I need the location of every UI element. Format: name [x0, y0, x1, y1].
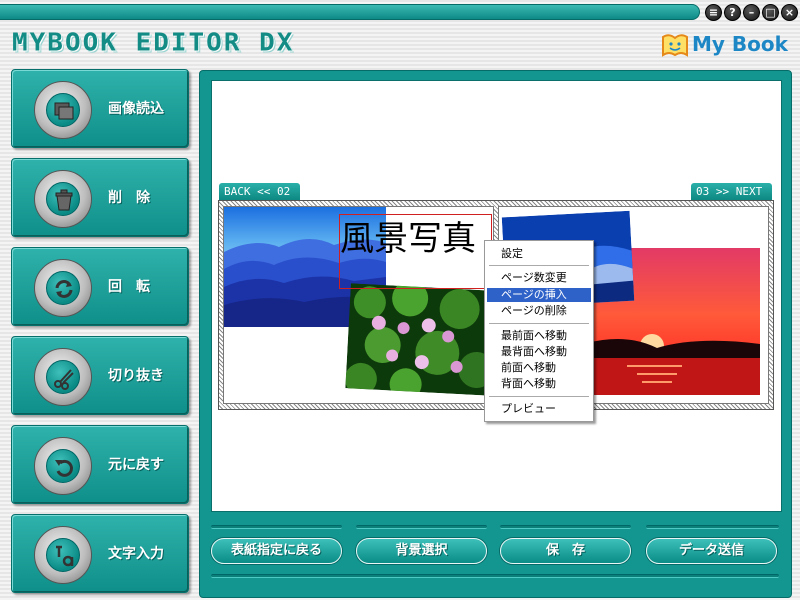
sidebar-item-undo[interactable]: 元に戻す — [11, 425, 189, 504]
help-icon[interactable]: ? — [724, 4, 741, 21]
title-bar — [0, 4, 700, 20]
undo-icon — [55, 459, 73, 477]
menu-item-preview[interactable]: プレビュー — [487, 402, 591, 416]
menu-separator — [489, 323, 589, 325]
logo-text: My Book — [692, 32, 788, 56]
sidebar-item-label: 文字入力 — [108, 546, 164, 562]
rotate-icon — [55, 280, 73, 298]
text-selection-box — [339, 214, 492, 289]
menu-separator — [489, 396, 589, 398]
image-load-icon — [54, 102, 74, 120]
sidebar-item-text-input[interactable]: 文字入力 — [11, 514, 189, 593]
context-menu: 設定 ページ数変更 ページの挿入 ページの削除 最前面へ移動 最背面へ移動 前面… — [484, 240, 594, 422]
sidebar-item-label: 削 除 — [108, 190, 150, 206]
app-title: MYBOOK EDITOR DX — [12, 28, 295, 58]
lotus-photo[interactable] — [345, 283, 496, 396]
next-page-button[interactable]: 03 >> NEXT — [691, 183, 772, 200]
rail — [646, 525, 779, 529]
menu-item-send-to-back[interactable]: 最背面へ移動 — [487, 345, 591, 359]
menu-item-bring-to-front[interactable]: 最前面へ移動 — [487, 329, 591, 343]
sidebar-item-label: 画像読込 — [108, 101, 164, 117]
scissors-icon — [54, 369, 74, 390]
back-to-cover-button[interactable]: 表紙指定に戻る — [211, 538, 342, 564]
mybook-logo: My Book — [660, 31, 788, 59]
maximize-icon[interactable]: □ — [762, 4, 779, 21]
rail — [500, 525, 631, 529]
menu-separator — [489, 265, 589, 267]
menu-item-delete-page[interactable]: ページの削除 — [487, 304, 591, 318]
rail — [211, 525, 342, 529]
sidebar-item-label: 回 転 — [108, 279, 150, 295]
close-icon[interactable]: × — [781, 4, 798, 21]
background-select-button[interactable]: 背景選択 — [356, 538, 487, 564]
menu-icon[interactable]: ≡ — [705, 4, 722, 21]
minimize-icon[interactable]: – — [743, 4, 760, 21]
trash-icon — [55, 189, 73, 211]
menu-item-send-backward[interactable]: 背面へ移動 — [487, 377, 591, 391]
sidebar-item-label: 切り抜き — [108, 368, 164, 384]
save-button[interactable]: 保 存 — [500, 538, 631, 564]
text-input-icon — [56, 545, 74, 567]
rail — [211, 574, 779, 578]
menu-item-change-page-count[interactable]: ページ数変更 — [487, 271, 591, 285]
sidebar-item-crop[interactable]: 切り抜き — [11, 336, 189, 415]
sidebar-item-image-load[interactable]: 画像読込 — [11, 69, 189, 148]
back-page-button[interactable]: BACK << 02 — [219, 183, 300, 200]
lotus-image — [345, 283, 496, 396]
menu-item-insert-page[interactable]: ページの挿入 — [487, 288, 591, 302]
menu-item-settings[interactable]: 設定 — [487, 247, 591, 261]
send-data-button[interactable]: データ送信 — [646, 538, 777, 564]
sidebar-item-delete[interactable]: 削 除 — [11, 158, 189, 237]
sidebar-item-rotate[interactable]: 回 転 — [11, 247, 189, 326]
sidebar-item-label: 元に戻す — [108, 457, 164, 473]
book-logo-icon — [662, 34, 688, 57]
menu-item-bring-forward[interactable]: 前面へ移動 — [487, 361, 591, 375]
rail — [356, 525, 487, 529]
